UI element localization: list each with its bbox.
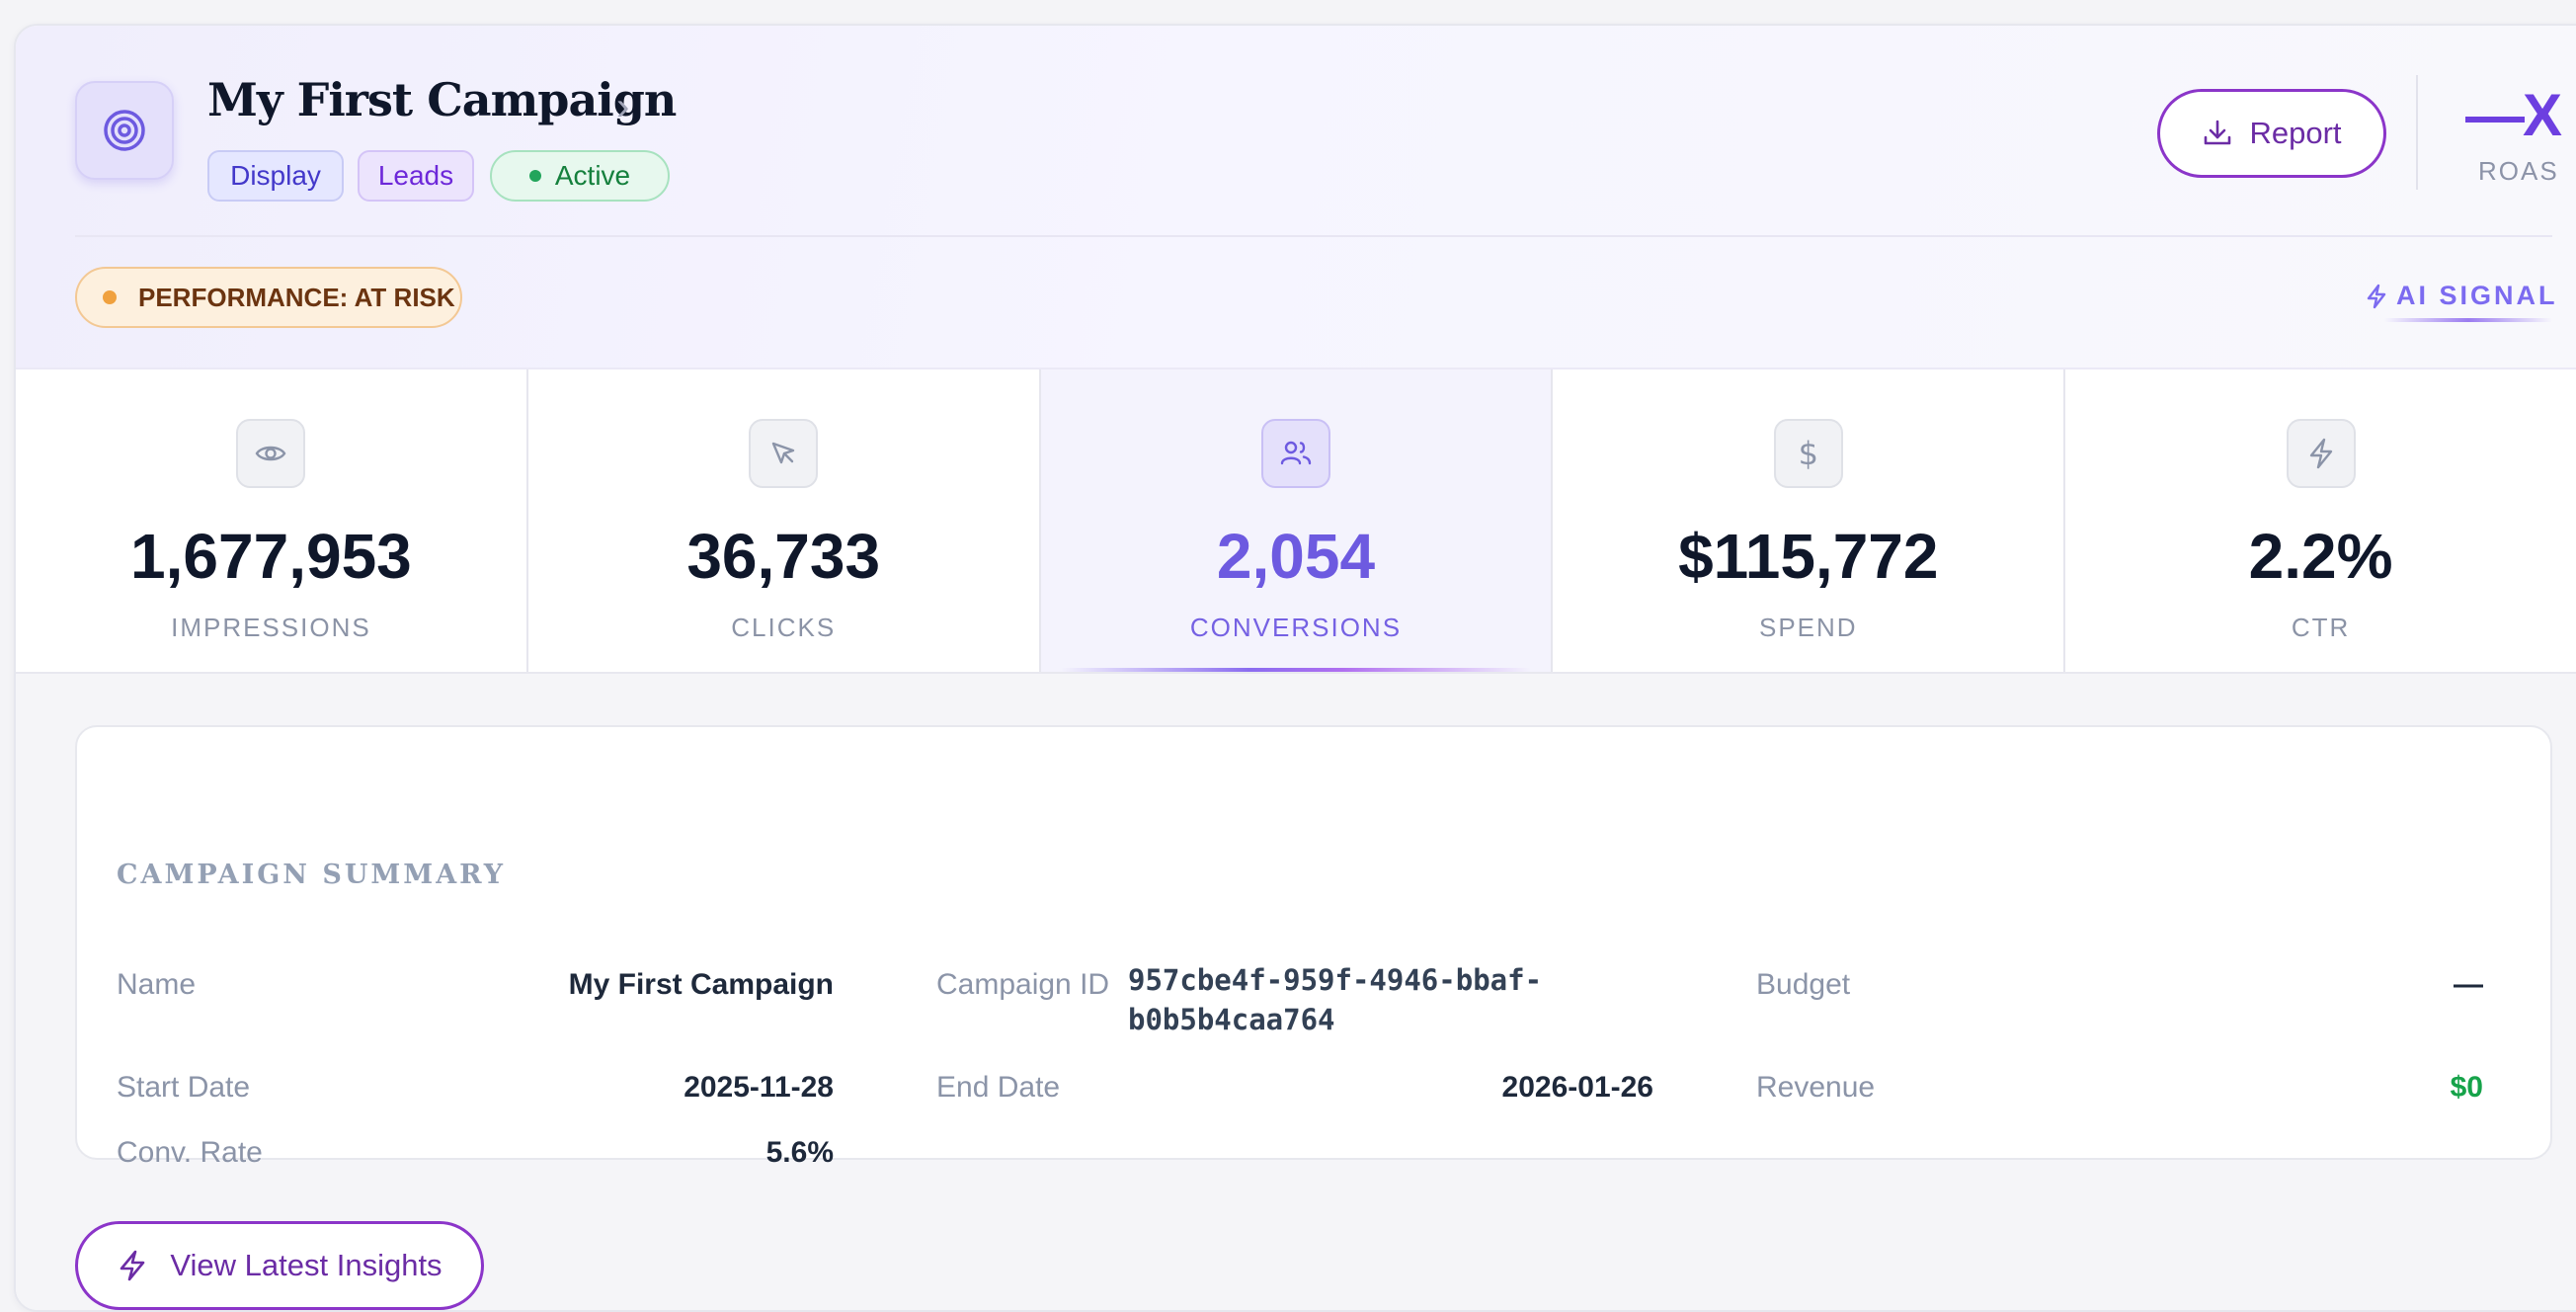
stat-conversions[interactable]: 2,054 CONVERSIONS [1040,369,1554,672]
page-title: My First Campaign [207,73,677,126]
campaign-id-value: 957cbe4f-959f-4946-bbaf- b0b5b4caa764 [1128,960,1542,1039]
stat-value: $115,772 [1678,521,1939,592]
ai-signal-label: AI SIGNAL [2396,281,2558,310]
active-indicator [1060,668,1532,672]
stat-spend[interactable]: $ $115,772 SPEND [1553,369,2066,672]
revenue-label: Revenue [1756,1071,1876,1104]
tag-display: Display [207,150,344,202]
campaign-logo [75,81,174,180]
campaign-id-line-1: 957cbe4f-959f-4946-bbaf- [1128,963,1543,997]
summary-title: CAMPAIGN SUMMARY [117,860,507,890]
performance-label: PERFORMANCE: AT RISK [138,282,455,312]
stat-label: IMPRESSIONS [171,613,371,642]
view-insights-label: View Latest Insights [170,1248,443,1282]
campaign-card: My First Campaign › Display Leads Active… [14,24,2576,1312]
performance-badge: PERFORMANCE: AT RISK [75,267,462,328]
roas-value: —X [2465,82,2562,148]
campaign-header: My First Campaign › Display Leads Active… [16,26,2576,369]
dollar-icon: $ [1773,419,1843,488]
end-date-label: End Date [936,1071,1061,1104]
download-icon [2205,120,2231,145]
users-icon [1260,419,1330,488]
lightning-icon [2367,284,2386,308]
start-date-label: Start Date [117,1071,251,1104]
name-value: My First Campaign [568,968,834,1001]
end-date-value: 2026-01-26 [1501,1071,1653,1104]
stat-label: CONVERSIONS [1189,613,1403,642]
tag-leads: Leads [358,150,474,202]
status-label: Active [554,160,631,191]
status-badge: Active [490,150,670,202]
stat-label: SPEND [1759,613,1858,642]
stat-value: 2,054 [1216,521,1376,592]
campaign-id-label: Campaign ID [936,968,1110,1001]
stat-impressions[interactable]: 1,677,953 IMPRESSIONS [16,369,528,672]
lightning-icon [2286,419,2356,488]
chevron-right-icon[interactable]: › [616,85,629,129]
start-date-value: 2025-11-28 [684,1071,834,1104]
budget-value: — [2454,968,2483,1001]
status-dot-icon [528,170,541,182]
cursor-icon [749,419,819,488]
conv-rate-value: 5.6% [765,1136,834,1169]
report-label: Report [2249,116,2342,150]
report-button[interactable]: Report [2157,89,2386,178]
stat-value: 36,733 [686,521,881,592]
ai-signal-link[interactable]: AI SIGNAL [2365,281,2558,311]
conv-rate-label: Conv. Rate [117,1136,263,1169]
campaign-summary: CAMPAIGN SUMMARY Name My First Campaign … [75,725,2552,1169]
stat-label: CLICKS [731,613,837,642]
lower-section: CAMPAIGN SUMMARY Name My First Campaign … [16,674,2576,1310]
target-icon [104,110,145,151]
header-separator [75,235,2552,237]
stat-label: CTR [2291,613,2351,642]
campaign-id-line-2: b0b5b4caa764 [1128,1003,1335,1036]
stats-row: 1,677,953 IMPRESSIONS 36,733 CLICKS 2,05… [16,369,2576,674]
stat-value: 2.2% [2248,521,2393,592]
stat-value: 1,677,953 [130,521,412,592]
ai-signal-underline [2384,318,2552,322]
roas-label: ROAS [2478,156,2559,186]
header-divider [2416,75,2418,190]
risk-dot-icon [103,290,117,304]
lightning-icon [121,1250,145,1281]
budget-label: Budget [1756,968,1851,1001]
stat-clicks[interactable]: 36,733 CLICKS [527,369,1041,672]
eye-icon [236,419,306,488]
view-insights-button[interactable]: View Latest Insights [75,1221,484,1310]
name-label: Name [117,968,197,1001]
revenue-value: $0 [2450,1071,2483,1104]
stat-ctr[interactable]: 2.2% CTR [2065,369,2576,672]
